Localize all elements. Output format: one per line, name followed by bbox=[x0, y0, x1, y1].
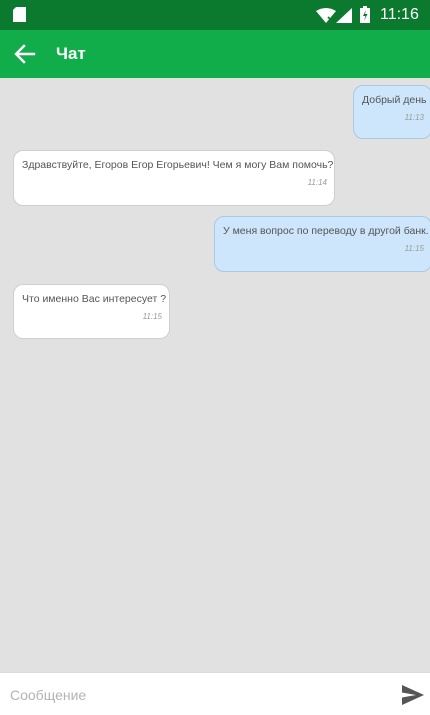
battery-icon bbox=[360, 6, 370, 23]
signal-icon bbox=[336, 8, 352, 23]
message-bubble-incoming[interactable]: Что именно Вас интересует ? 11:15 bbox=[13, 284, 170, 339]
message-time: 11:15 bbox=[142, 312, 162, 321]
message-input[interactable] bbox=[10, 683, 380, 707]
app-bar: Чат bbox=[0, 30, 430, 78]
message-text: Здравствуйте, Егоров Егор Егорьевич! Чем… bbox=[22, 159, 334, 171]
message-time: 11:14 bbox=[307, 178, 327, 187]
sd-card-icon bbox=[13, 7, 26, 22]
send-icon[interactable] bbox=[402, 685, 424, 705]
message-text: Что именно Вас интересует ? bbox=[22, 293, 167, 305]
chat-messages[interactable]: Добрый день 11:13 Здравствуйте, Егоров Е… bbox=[0, 78, 430, 672]
message-time: 11:13 bbox=[404, 113, 424, 122]
message-bubble-outgoing[interactable]: У меня вопрос по переводу в другой банк.… bbox=[214, 216, 430, 272]
message-text: У меня вопрос по переводу в другой банк. bbox=[223, 225, 429, 237]
message-input-bar bbox=[0, 672, 430, 715]
message-time: 11:15 bbox=[404, 244, 424, 253]
page-title: Чат bbox=[56, 44, 86, 63]
wifi-icon bbox=[316, 8, 336, 23]
message-bubble-incoming[interactable]: Здравствуйте, Егоров Егор Егорьевич! Чем… bbox=[13, 150, 335, 206]
arrow-back-icon[interactable] bbox=[11, 40, 39, 68]
message-bubble-outgoing[interactable]: Добрый день 11:13 bbox=[353, 85, 430, 139]
status-bar: 11:16 bbox=[0, 0, 430, 30]
status-clock: 11:16 bbox=[380, 6, 419, 23]
message-text: Добрый день bbox=[362, 94, 427, 106]
